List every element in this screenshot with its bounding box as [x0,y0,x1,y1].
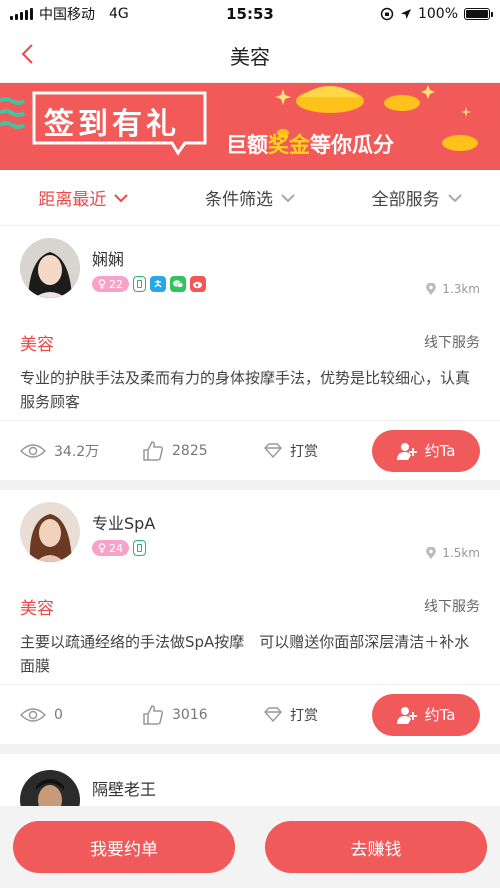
filter-conditions-label: 条件筛选 [205,190,273,210]
views-stat: 34.2万 [20,441,142,461]
distance: 1.3km [426,282,480,296]
card-header: 娴娴 22 1.3km [0,226,500,326]
book-button[interactable]: 约Ta [372,693,480,736]
alipay-icon [150,276,166,292]
book-label: 约Ta [424,442,456,460]
network-label: 4G [109,6,129,22]
battery-label: 100% [417,6,458,22]
user-add-icon [396,706,417,724]
filter-bar: 距离最近 条件筛选 全部服务 [0,170,500,226]
bottom-action-bar: 我要约单 去赚钱 [0,806,500,888]
wechat-icon [170,276,186,292]
provider-card[interactable]: 专业SpA 24 1.5km 美容 线下服务 主要以疏通经络的手法做SpA按摩 … [0,490,500,744]
avatar[interactable] [20,238,80,298]
battery-icon [464,8,493,20]
likes-count: 2825 [172,442,208,459]
place-order-button[interactable]: 我要约单 [13,821,235,873]
signal-icon [10,8,33,20]
provider-card[interactable]: 娴娴 22 1.3km 美容 线下服务 专业的护肤手法及柔而有力的身体按摩手法，… [0,226,500,480]
weibo-icon [190,276,206,292]
filter-distance-label: 距离最近 [38,190,107,210]
tip-label: 打赏 [290,443,318,460]
tip-button[interactable]: 打赏 [264,441,318,461]
filter-distance[interactable]: 距离最近 [0,185,167,210]
age-badge: 22 [92,276,129,292]
provider-card[interactable]: 隔壁老王 [0,754,500,806]
provider-tags: 24 [92,540,146,556]
orientation-lock-icon [380,7,394,21]
views-count: 0 [54,706,63,723]
filter-services[interactable]: 全部服务 [333,185,500,210]
carrier-label: 中国移动 [39,7,95,23]
distance: 1.5km [426,546,480,560]
provider-description: 主要以疏通经络的手法做SpA按摩 可以赠送你面部深层清洁＋补水面膜 [20,633,470,675]
female-icon [98,543,106,553]
card-category-row: 美容 线下服务 [0,590,500,622]
age-value: 22 [109,277,123,291]
service-type: 线下服务 [424,599,480,615]
age-badge: 24 [92,540,129,556]
eye-icon [20,707,46,722]
eye-icon [20,443,46,458]
distance-value: 1.5km [442,546,480,560]
earn-money-button[interactable]: 去赚钱 [265,821,487,873]
phone-verified-icon [133,540,146,556]
card-header: 专业SpA 24 1.5km [0,490,500,590]
like-button[interactable]: 3016 [142,704,264,726]
banner-right-text-2: 等你瓜分 [310,133,394,157]
user-add-icon [396,442,417,460]
views-count: 34.2万 [54,443,100,460]
service-category: 美容 [20,598,54,619]
thumbs-up-icon [143,704,164,725]
phone-verified-icon [133,276,146,292]
page-title: 美容 [230,44,270,69]
chevron-down-icon [447,193,462,202]
location-icon [400,9,411,19]
age-value: 24 [109,541,123,555]
status-right: 100% [380,6,493,22]
provider-list[interactable]: 娴娴 22 1.3km 美容 线下服务 专业的护肤手法及柔而有力的身体按摩手法，… [0,226,500,806]
status-bar: 中国移动 4G 15:53 100% [0,0,500,28]
service-type: 线下服务 [424,335,480,351]
tip-label: 打赏 [290,707,318,724]
views-stat: 0 [20,707,142,723]
chevron-down-icon [114,193,129,202]
provider-description: 专业的护肤手法及柔而有力的身体按摩手法，优势是比较细心，认真服务顾客 [20,369,471,411]
location-pin-icon [426,546,437,559]
card-category-row: 美容 线下服务 [0,326,500,358]
status-left: 中国移动 4G [10,4,129,24]
banner-right-text-1: 巨额 [226,133,268,157]
provider-name: 隔壁老王 [92,780,157,799]
back-arrow-icon[interactable] [16,42,40,66]
likes-count: 3016 [172,706,208,723]
thumbs-up-icon [143,440,164,461]
tip-button[interactable]: 打赏 [264,705,318,725]
card-actions: 0 3016 打赏 约Ta [0,684,500,744]
nav-bar: 美容 [0,28,500,83]
provider-name: 专业SpA [92,514,156,533]
checkin-banner[interactable]: 签到有礼 巨额 奖金 等你瓜分 [0,83,500,170]
filter-services-label: 全部服务 [371,190,440,210]
diamond-icon [264,443,282,458]
filter-conditions[interactable]: 条件筛选 [167,185,334,210]
avatar[interactable] [20,502,80,562]
service-category: 美容 [20,334,54,355]
banner-right-text-highlight: 奖金 [268,133,310,157]
avatar[interactable] [20,770,80,806]
female-icon [98,279,106,289]
diamond-icon [264,707,282,722]
chevron-down-icon [281,193,295,202]
card-actions: 34.2万 2825 打赏 约Ta [0,420,500,480]
provider-name: 娴娴 [92,250,125,269]
like-button[interactable]: 2825 [142,440,264,462]
provider-tags: 22 [92,276,206,292]
banner-right-text: 巨额 奖金 等你瓜分 [226,129,394,159]
location-pin-icon [426,282,437,295]
book-label: 约Ta [424,706,456,724]
distance-value: 1.3km [442,282,480,296]
banner-left-text: 签到有礼 [44,107,180,142]
book-button[interactable]: 约Ta [372,429,480,472]
